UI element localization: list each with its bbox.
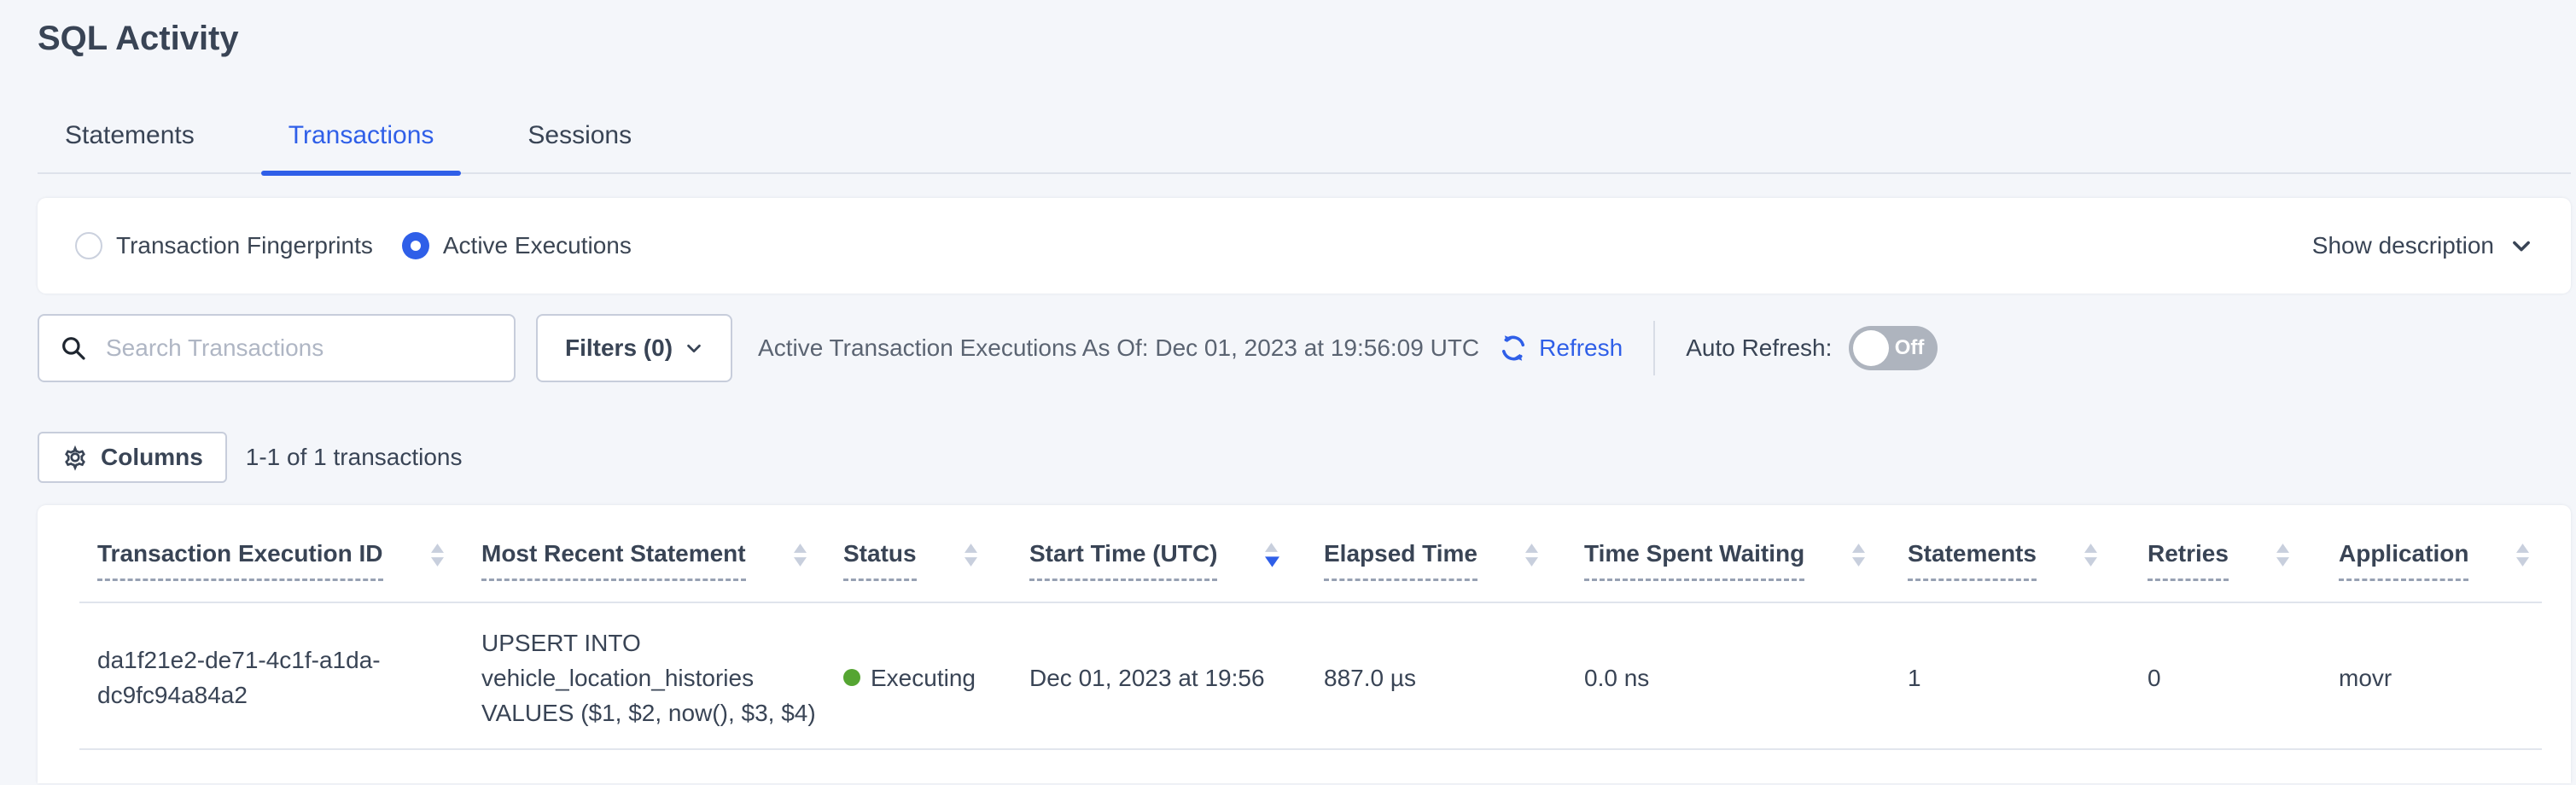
column-header-most-recent-statement[interactable]: Most Recent Statement [481,541,843,581]
cell-retries: 0 [2148,660,2339,695]
columns-button[interactable]: Columns [38,432,227,483]
refresh-button[interactable]: Refresh [1498,333,1623,363]
radio-circle-icon [75,232,102,259]
auto-refresh-label: Auto Refresh: [1686,334,1832,362]
sort-icon [1852,544,1865,567]
row-divider [79,748,2542,750]
cell-transaction-execution-id[interactable]: da1f21e2-de71-4c1f-a1da-dc9fc94a84a2 [97,643,481,712]
sql-activity-page: SQL Activity Statements Transactions Ses… [0,19,2576,783]
radio-active-executions[interactable]: Active Executions [402,232,632,259]
show-description-button[interactable]: Show description [2312,232,2533,259]
table-header-row: Transaction Execution ID Most Recent Sta… [38,505,2571,581]
auto-refresh-toggle[interactable]: Off [1849,326,1938,370]
status-badge: Executing [871,660,976,695]
gear-icon [61,444,89,471]
filters-button-label: Filters (0) [565,334,673,362]
columns-button-label: Columns [101,444,203,471]
tab-bar: Statements Transactions Sessions [38,97,2571,174]
table-row[interactable]: da1f21e2-de71-4c1f-a1da-dc9fc94a84a2 UPS… [38,603,2571,748]
cell-status: Executing [843,660,1029,695]
column-header-application[interactable]: Application [2339,541,2545,581]
filters-button[interactable]: Filters (0) [536,314,732,382]
radio-label: Transaction Fingerprints [116,232,373,259]
auto-refresh-state: Off [1895,336,1925,360]
sort-icon [2516,544,2529,567]
search-box [38,314,516,382]
cell-application: movr [2339,660,2545,695]
sort-icon [965,544,977,567]
refresh-icon [1498,333,1529,363]
view-mode-radio-group: Transaction Fingerprints Active Executio… [75,232,632,259]
sort-icon [1525,544,1538,567]
cell-start-time: Dec 01, 2023 at 19:56 [1029,660,1324,695]
status-dot-icon [843,669,860,686]
sort-icon [794,544,807,567]
sort-icon [431,544,444,567]
column-header-time-spent-waiting[interactable]: Time Spent Waiting [1584,541,1908,581]
chevron-down-icon [685,339,703,358]
tab-transactions[interactable]: Transactions [261,97,462,172]
sort-icon [2276,544,2289,567]
tab-sessions[interactable]: Sessions [500,97,659,172]
cell-most-recent-statement: UPSERT INTO vehicle_location_histories V… [481,625,843,730]
result-count: 1-1 of 1 transactions [246,444,463,471]
radio-transaction-fingerprints[interactable]: Transaction Fingerprints [75,232,373,259]
cell-elapsed-time: 887.0 µs [1324,660,1584,695]
radio-label: Active Executions [443,232,632,259]
radio-circle-icon [402,232,429,259]
show-description-label: Show description [2312,232,2494,259]
as-of-text: Active Transaction Executions As Of: Dec… [758,334,1479,362]
column-header-elapsed-time[interactable]: Elapsed Time [1324,541,1584,581]
transactions-table-card: Transaction Execution ID Most Recent Sta… [38,505,2571,783]
chevron-down-icon [2509,234,2533,258]
column-header-status[interactable]: Status [843,541,1029,581]
as-of-section: Active Transaction Executions As Of: Dec… [758,314,1623,382]
search-input[interactable] [106,334,497,362]
filter-bar: Filters (0) Active Transaction Execution… [38,314,2571,382]
toggle-knob-icon [1853,330,1889,366]
page-title: SQL Activity [38,19,2571,58]
vertical-divider [1653,321,1655,375]
refresh-label: Refresh [1539,334,1623,362]
sort-icon [2084,544,2097,567]
search-icon [60,334,87,362]
column-header-start-time[interactable]: Start Time (UTC) [1029,541,1324,581]
tab-statements[interactable]: Statements [38,97,222,172]
cell-statements: 1 [1908,660,2148,695]
sort-icon [1265,543,1279,567]
column-header-statements[interactable]: Statements [1908,541,2148,581]
column-header-transaction-execution-id[interactable]: Transaction Execution ID [97,541,481,581]
results-bar: Columns 1-1 of 1 transactions [38,432,2571,483]
view-options-card: Transaction Fingerprints Active Executio… [38,198,2571,294]
cell-time-spent-waiting: 0.0 ns [1584,660,1908,695]
column-header-retries[interactable]: Retries [2148,541,2339,581]
